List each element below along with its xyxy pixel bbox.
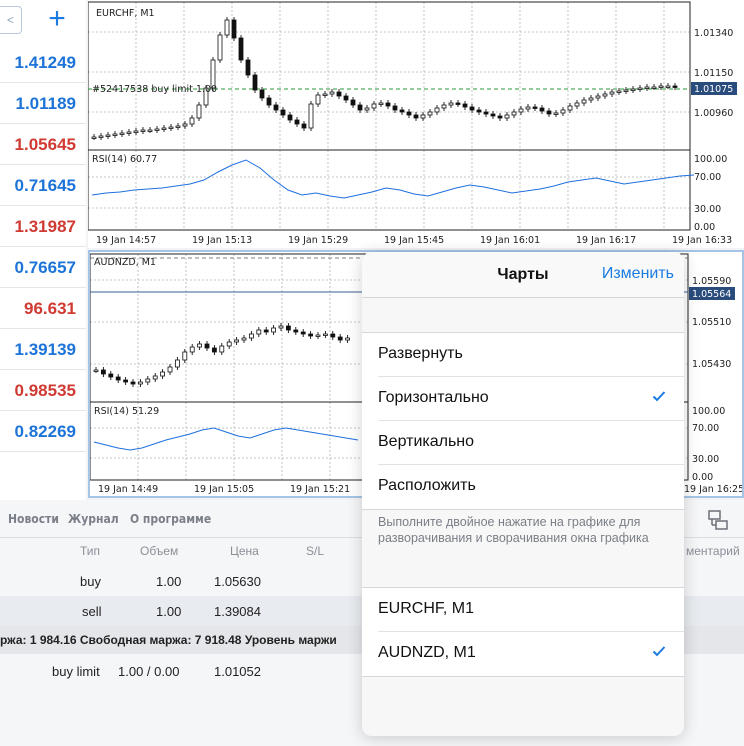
col-comment: ментарий (686, 544, 740, 558)
checkmark-icon (652, 646, 666, 657)
quote-price[interactable]: 0.71645 (0, 165, 86, 206)
option-label: Горизонтально (378, 389, 489, 406)
margin-summary: ржа: 1 984.16 Свободная маржа: 7 918.48 … (0, 633, 337, 647)
back-button[interactable]: < (0, 6, 22, 34)
popover-hint: Выполните двойное нажатие на графике для… (378, 515, 649, 545)
rsi-tick: 70.00 (694, 172, 721, 183)
row-type: buy (80, 574, 101, 589)
time-tick: 19 Jan 16:17 (576, 235, 636, 246)
rsi-label: RSI(14) 51.29 (94, 406, 159, 417)
price-tick: 1.05510 (692, 317, 731, 328)
rsi-tick: 30.00 (692, 454, 719, 465)
quote-price[interactable]: 0.82269 (0, 411, 86, 452)
price-tick: 1.05430 (692, 359, 731, 370)
quote-price[interactable]: 0.98535 (0, 370, 86, 411)
option-label: Вертикально (378, 433, 475, 450)
quote-price[interactable]: 1.01189 (0, 83, 86, 124)
col-volume: Объем (140, 544, 179, 558)
chart-eurchf-canvas: EURCHF, M1 #52417538 buy limit 1.00 RSI(… (88, 1, 737, 246)
chart-title: AUDNZD, M1 (94, 257, 156, 268)
time-tick: 19 Jan 14:57 (96, 235, 156, 246)
tab-news[interactable]: Новости (8, 512, 59, 526)
option-horizontal[interactable]: Горизонтально (378, 377, 684, 421)
quote-price[interactable]: 96.631 (0, 288, 86, 329)
row-volume: 1.00 (156, 574, 182, 589)
add-symbol-button[interactable]: + (40, 2, 74, 36)
row-type: buy limit (52, 664, 100, 679)
row-price: 1.01052 (214, 664, 261, 679)
rsi-tick: 30.00 (694, 204, 721, 215)
option-label: Развернуть (378, 345, 463, 362)
col-sl: S/L (306, 544, 325, 558)
quote-price[interactable]: 0.76657 (0, 247, 86, 288)
col-type: Тип (80, 544, 101, 558)
quotes-toolbar: < + (0, 0, 86, 40)
option-label: Расположить (378, 477, 476, 494)
edit-button[interactable]: Изменить (602, 265, 674, 283)
time-tick: 19 Jan 15:29 (288, 235, 348, 246)
checkmark-icon (652, 391, 666, 402)
chart-item-eurchf[interactable]: EURCHF, M1 (378, 588, 684, 632)
layout-options: Развернуть Горизонтально Вертикально Рас… (362, 332, 684, 510)
chart-list: EURCHF, M1 AUDNZD, M1 (362, 587, 684, 677)
rsi-tick: 100.00 (694, 154, 727, 165)
row-price: 1.05630 (214, 574, 261, 589)
tab-journal[interactable]: Журнал (68, 512, 119, 526)
time-tick: 19 Jan 15:45 (384, 235, 444, 246)
chart-eurchf[interactable]: EURCHF, M1 #52417538 buy limit 1.00 RSI(… (88, 0, 744, 248)
mt-ipad-screen: < + 1.41249 1.01189 1.05645 0.71645 1.31… (0, 0, 744, 746)
quote-price[interactable]: 1.41249 (0, 42, 86, 83)
chart-item-label: EURCHF, M1 (378, 600, 475, 617)
rsi-tick: 100.00 (692, 406, 725, 417)
row-price: 1.39084 (214, 604, 261, 619)
price-tick: 1.05590 (692, 276, 731, 287)
option-maximize[interactable]: Развернуть (378, 333, 684, 377)
chart-title: EURCHF, M1 (96, 8, 155, 19)
time-tick: 19 Jan 16:01 (480, 235, 540, 246)
quote-price[interactable]: 1.31987 (0, 206, 86, 247)
row-volume: 1.00 (156, 604, 182, 619)
time-tick: 19 Jan 16:25 (684, 484, 742, 495)
split-view-icon[interactable] (706, 508, 730, 532)
option-vertical[interactable]: Вертикально (378, 421, 684, 465)
charts-popover: Чарты Изменить Развернуть Горизонтально … (362, 252, 684, 736)
tab-about[interactable]: О программе (130, 512, 211, 526)
quotes-column: < + 1.41249 1.01189 1.05645 0.71645 1.31… (0, 0, 86, 500)
row-volume: 1.00 / 0.00 (118, 664, 180, 679)
order-line-label: #52417538 buy limit 1.00 (92, 84, 217, 95)
quote-price[interactable]: 1.05645 (0, 124, 86, 165)
price-tick: 1.01150 (694, 68, 733, 79)
option-arrange[interactable]: Расположить (378, 465, 684, 509)
time-tick: 19 Jan 15:13 (192, 235, 252, 246)
chart-item-audnzd[interactable]: AUDNZD, M1 (378, 632, 684, 676)
current-price-tag: 1.05564 (692, 289, 731, 300)
chart-item-label: AUDNZD, M1 (378, 644, 476, 661)
time-tick: 19 Jan 14:49 (98, 484, 158, 495)
col-price: Цена (230, 544, 259, 558)
popover-header: Чарты Изменить (362, 252, 684, 298)
rsi-tick: 0.00 (694, 222, 715, 233)
current-price-tag: 1.01075 (694, 84, 733, 95)
rsi-tick: 0.00 (692, 472, 713, 483)
quote-price[interactable]: 1.39139 (0, 329, 86, 370)
time-tick: 19 Jan 16:33 (672, 235, 732, 246)
price-tick: 1.00960 (694, 108, 733, 119)
time-tick: 19 Jan 15:05 (194, 484, 254, 495)
row-type: sell (82, 604, 102, 619)
rsi-label: RSI(14) 60.77 (92, 154, 157, 165)
time-tick: 19 Jan 15:21 (290, 484, 350, 495)
price-tick: 1.01340 (694, 28, 733, 39)
rsi-tick: 70.00 (692, 423, 719, 434)
